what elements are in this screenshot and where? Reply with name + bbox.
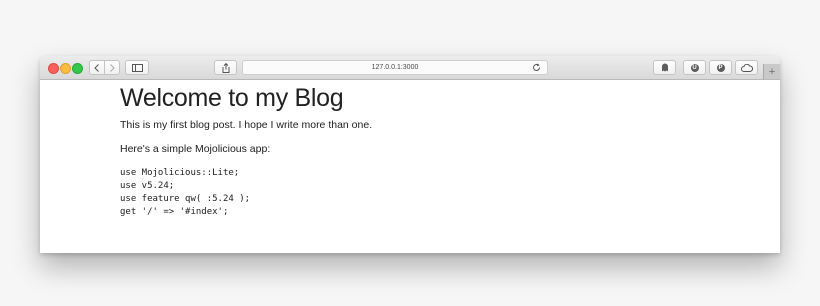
ghost-extension-button[interactable] xyxy=(653,60,676,75)
share-icon xyxy=(222,62,229,73)
chevron-left-icon xyxy=(94,63,99,72)
browser-toolbar: 127.0.0.1:3000 U P + xyxy=(40,56,780,80)
new-tab-button[interactable]: + xyxy=(763,64,780,79)
minimize-button[interactable] xyxy=(60,63,71,74)
ublock-extension-button[interactable]: U xyxy=(683,60,706,75)
cloud-extension-button[interactable] xyxy=(735,60,758,75)
back-button[interactable] xyxy=(90,61,104,74)
close-button[interactable] xyxy=(48,63,59,74)
reload-icon[interactable] xyxy=(532,63,541,72)
pinterest-icon: P xyxy=(716,63,725,72)
ublock-icon: U xyxy=(690,63,699,72)
code-line: get '/' => '#index'; xyxy=(120,207,229,217)
code-line: use Mojolicious::Lite; xyxy=(120,168,240,178)
share-button[interactable] xyxy=(214,60,237,75)
intro-paragraph: This is my first blog post. I hope I wri… xyxy=(120,119,373,131)
code-line: use feature qw( :5.24 ); xyxy=(120,194,251,204)
page-title: Welcome to my Blog xyxy=(120,84,344,112)
forward-button[interactable] xyxy=(104,61,119,74)
zoom-button[interactable] xyxy=(72,63,83,74)
address-text: 127.0.0.1:3000 xyxy=(371,64,419,71)
sidebar-toggle-button[interactable] xyxy=(125,60,149,75)
ghost-icon xyxy=(661,63,668,72)
app-intro-paragraph: Here's a simple Mojolicious app: xyxy=(120,143,271,155)
sidebar-icon xyxy=(131,63,143,72)
plus-icon: + xyxy=(768,65,776,78)
pinterest-extension-button[interactable]: P xyxy=(709,60,732,75)
address-bar[interactable]: 127.0.0.1:3000 xyxy=(242,60,548,75)
code-line: use v5.24; xyxy=(120,181,175,191)
code-block: use Mojolicious::Lite; use v5.24; use fe… xyxy=(120,167,250,219)
chevron-right-icon xyxy=(110,63,115,72)
browser-window: 127.0.0.1:3000 U P + Welcome to my Blog … xyxy=(40,56,780,253)
cloud-icon xyxy=(740,63,753,72)
navigation-buttons xyxy=(89,60,120,75)
